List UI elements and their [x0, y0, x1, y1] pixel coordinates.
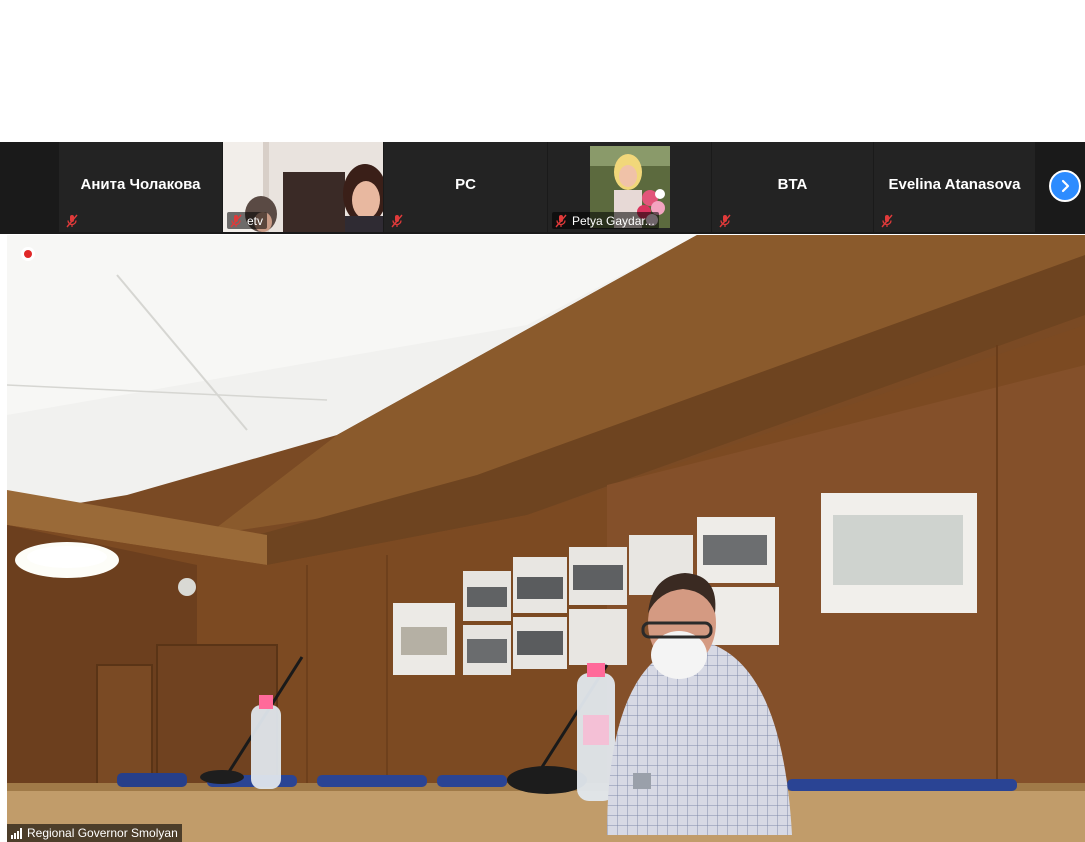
participant-name: etv	[247, 213, 264, 228]
participant-tile-bta[interactable]: BTA	[712, 142, 873, 232]
participant-name: PC	[455, 176, 476, 193]
speaker-name-label: Regional Governor Smolyan	[7, 824, 182, 842]
mic-muted-icon	[65, 214, 79, 228]
participant-strip: Анита Чолакова etv PC Petya Gaydar... BT…	[0, 142, 1085, 234]
participant-name: Анита Чолакова	[80, 176, 201, 193]
participant-status: etv	[227, 212, 268, 229]
mic-muted-icon	[718, 214, 732, 228]
mic-muted-icon	[554, 214, 568, 228]
participant-status	[716, 212, 740, 229]
strip-left-spacer	[0, 142, 58, 234]
chevron-right-icon	[1061, 179, 1070, 193]
conference-room-scene	[7, 235, 1085, 842]
mic-muted-icon	[880, 214, 894, 228]
mic-muted-icon	[229, 214, 243, 228]
participant-status	[878, 212, 902, 229]
top-blank-area	[0, 0, 1085, 142]
participant-tile-etv[interactable]: etv	[223, 142, 383, 232]
participant-tile-anita[interactable]: Анита Чолакова	[59, 142, 222, 232]
participant-tile-petya[interactable]: Petya Gaydar...	[548, 142, 711, 232]
recording-dot-icon	[21, 247, 35, 261]
active-speaker-video[interactable]: Regional Governor Smolyan	[7, 235, 1085, 842]
participant-status	[388, 212, 412, 229]
participant-tile-pc[interactable]: PC	[384, 142, 547, 232]
participant-tile-evelina[interactable]: Evelina Atanasova	[874, 142, 1035, 232]
next-page-button[interactable]	[1049, 170, 1081, 202]
participant-name: Evelina Atanasova	[888, 176, 1021, 193]
participant-status	[63, 212, 87, 229]
signal-bars-icon	[11, 827, 22, 839]
participant-status: Petya Gaydar...	[552, 212, 659, 229]
participant-name: Petya Gaydar...	[572, 213, 655, 228]
mic-muted-icon	[390, 214, 404, 228]
participant-name: BTA	[777, 176, 808, 193]
speaker-name: Regional Governor Smolyan	[27, 826, 178, 840]
